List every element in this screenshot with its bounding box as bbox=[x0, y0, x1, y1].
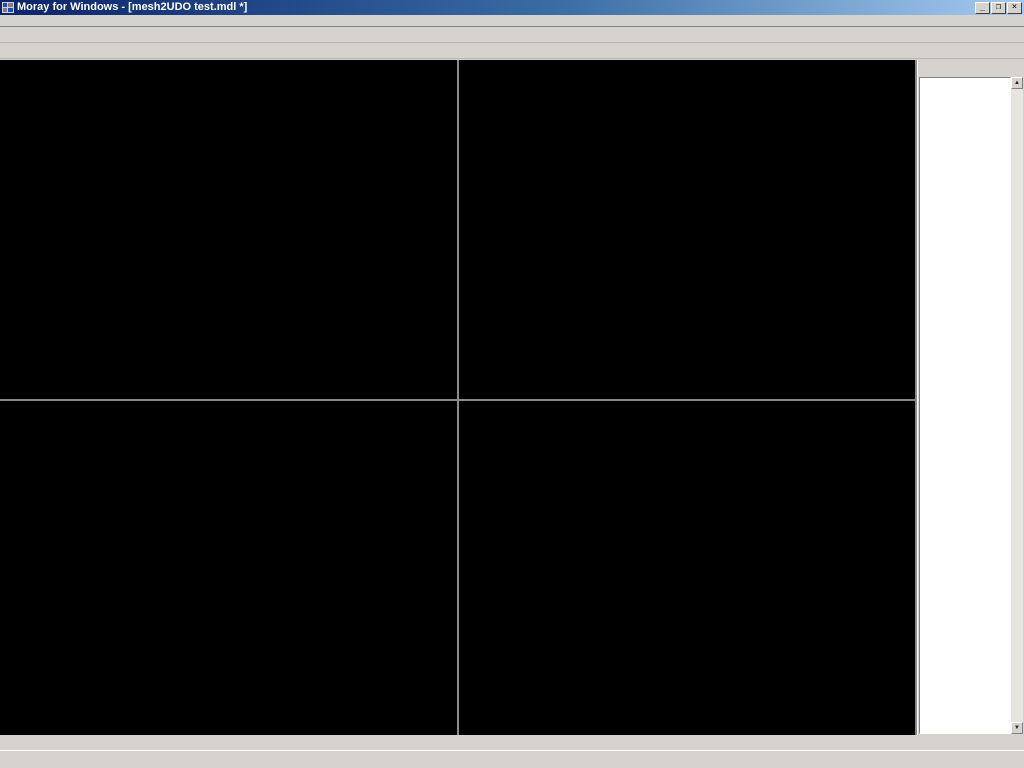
toolbar-standard bbox=[0, 27, 1024, 43]
viewport-stdcam[interactable] bbox=[459, 401, 915, 735]
menu-bar bbox=[0, 15, 1024, 27]
title-bar[interactable]: Moray for Windows - [mesh2UDO test.mdl *… bbox=[0, 0, 1024, 15]
tree-scrollbar[interactable]: ▲ ▼ bbox=[1011, 77, 1023, 734]
panel-tabs bbox=[918, 60, 1024, 76]
viewport-area: ▲ ▼ bbox=[0, 60, 1024, 735]
status-bar bbox=[0, 735, 1024, 750]
close-button[interactable]: × bbox=[1007, 2, 1022, 14]
viewport-side[interactable] bbox=[459, 60, 915, 399]
minimize-button[interactable]: _ bbox=[975, 2, 990, 14]
windows-taskbar bbox=[0, 750, 1024, 768]
object-panel: ▲ ▼ bbox=[917, 60, 1024, 735]
scene-tree bbox=[919, 77, 1011, 734]
moray-application-window: Moray for Windows - [mesh2UDO test.mdl *… bbox=[0, 0, 1024, 768]
scroll-down-icon[interactable]: ▼ bbox=[1011, 722, 1023, 734]
window-title: Moray for Windows - [mesh2UDO test.mdl *… bbox=[17, 0, 974, 15]
viewport-front[interactable] bbox=[0, 60, 457, 399]
scroll-up-icon[interactable]: ▲ bbox=[1011, 77, 1023, 89]
moray-app-icon bbox=[2, 2, 14, 13]
restore-button[interactable]: ❐ bbox=[991, 2, 1006, 14]
viewport-top[interactable] bbox=[0, 401, 457, 735]
toolbar-create bbox=[0, 43, 1024, 59]
